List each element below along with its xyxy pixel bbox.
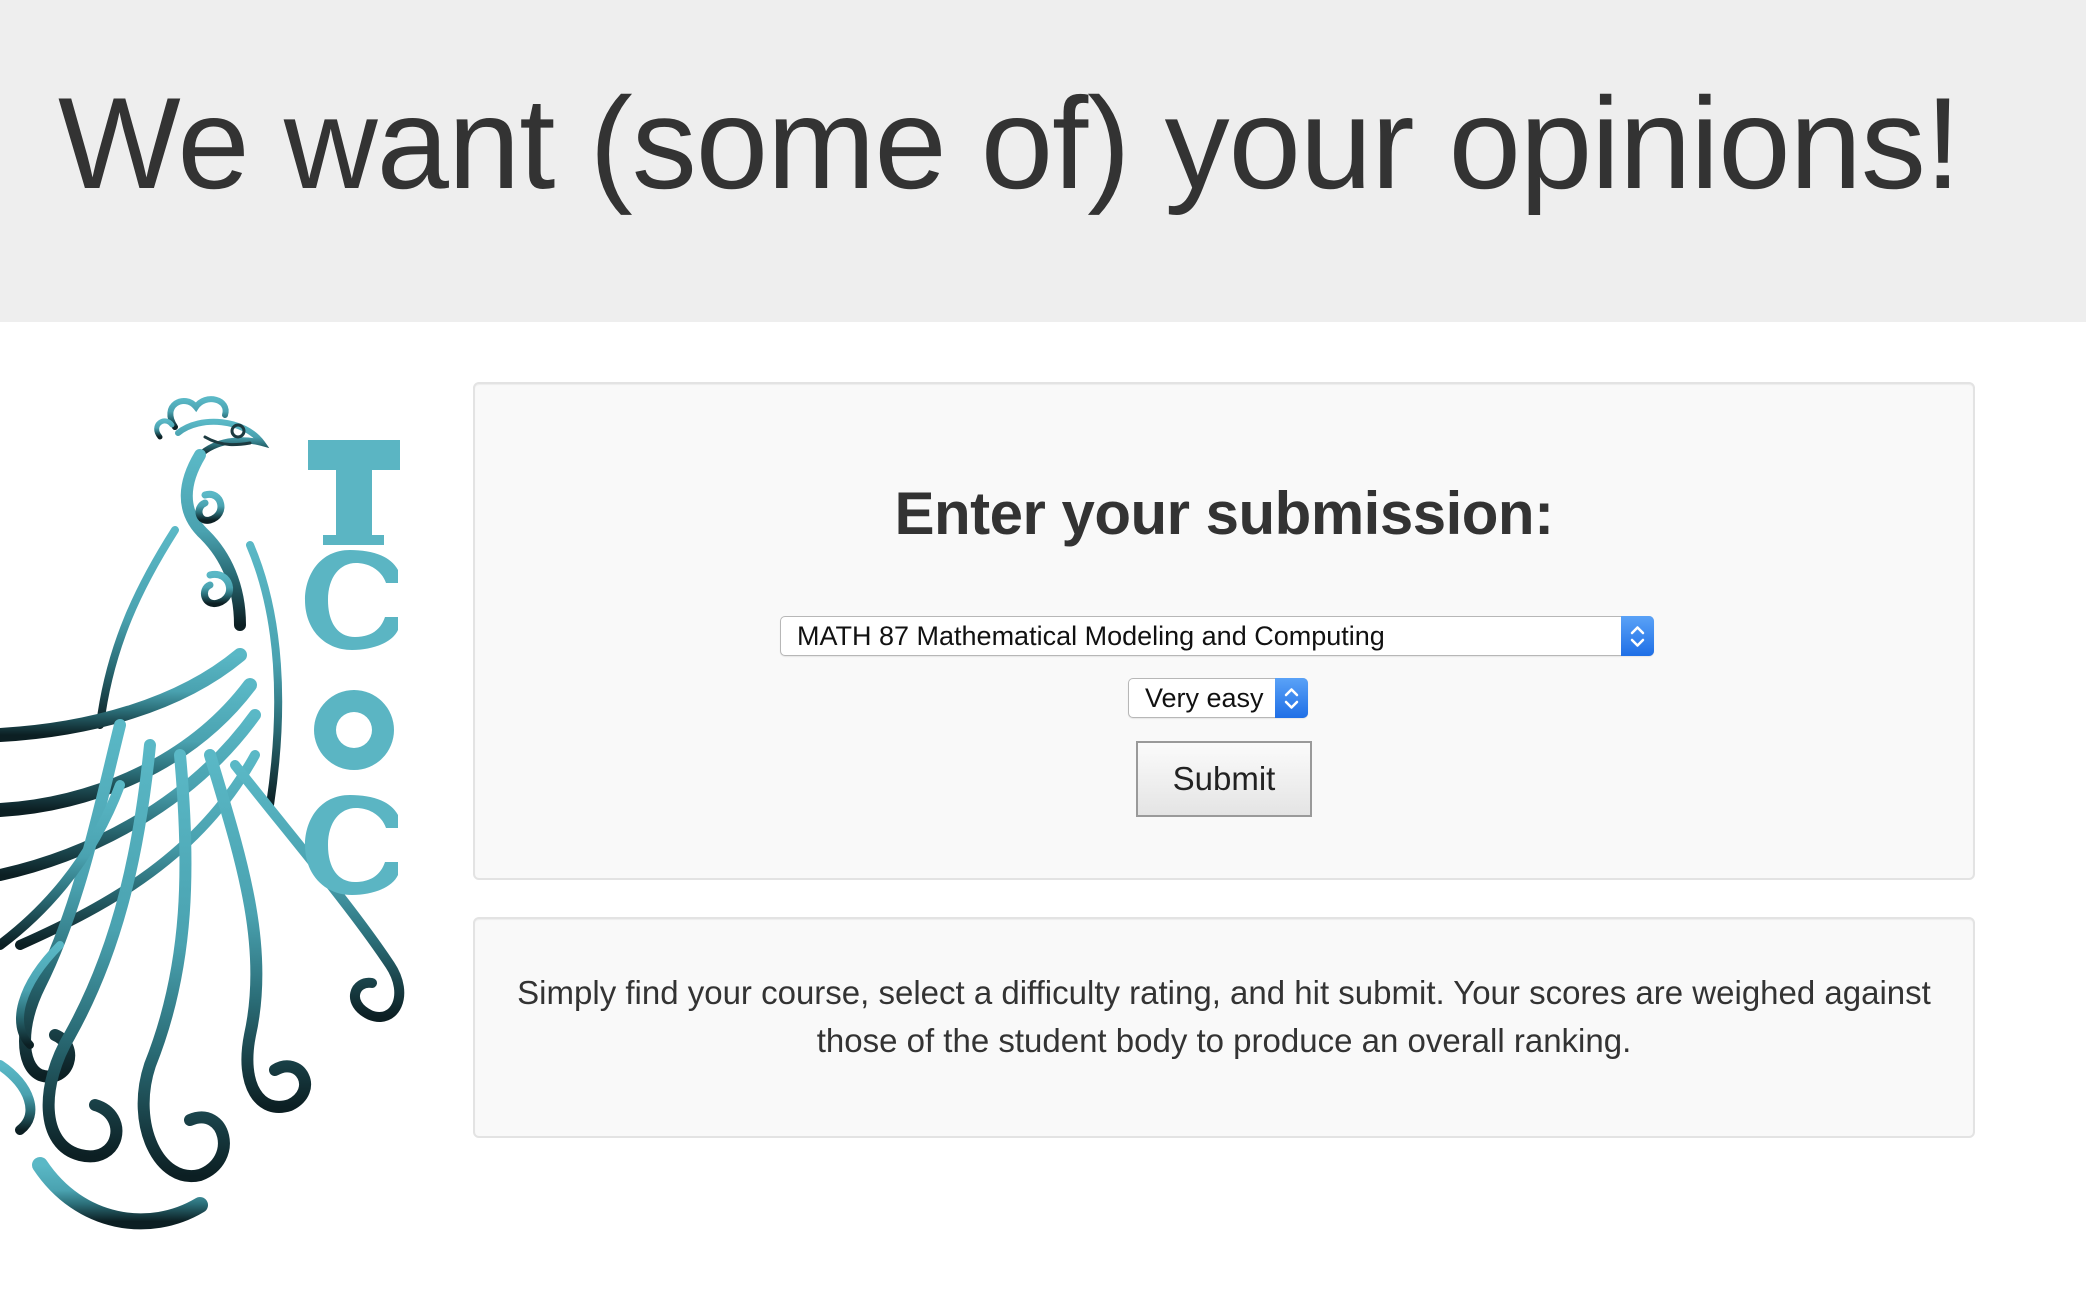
submit-button-label: Submit (1172, 760, 1276, 797)
form-title: Enter your submission: (894, 480, 1554, 547)
instructions-text: Simply find your course, select a diffic… (517, 974, 1931, 1059)
difficulty-select[interactable]: Very easy (1128, 678, 1308, 718)
updown-chevron-icon[interactable] (1275, 678, 1308, 718)
instructions-panel: Simply find your course, select a diffic… (473, 917, 1975, 1138)
course-select-value: MATH 87 Mathematical Modeling and Comput… (797, 621, 1385, 651)
course-select[interactable]: MATH 87 Mathematical Modeling and Comput… (780, 616, 1654, 656)
submission-form: Enter your submission: MATH 87 Mathemati… (473, 382, 1975, 880)
updown-chevron-icon[interactable] (1621, 616, 1654, 656)
peacock-logo-icon (0, 396, 405, 1230)
tcoc-logo (0, 385, 420, 1245)
tcoc-letters (305, 440, 400, 895)
difficulty-select-value: Very easy (1145, 683, 1264, 713)
page-title: We want (some of) your opinions! (58, 70, 1961, 216)
submit-button[interactable]: Submit (1136, 741, 1312, 817)
page-header: We want (some of) your opinions! (0, 0, 2086, 322)
